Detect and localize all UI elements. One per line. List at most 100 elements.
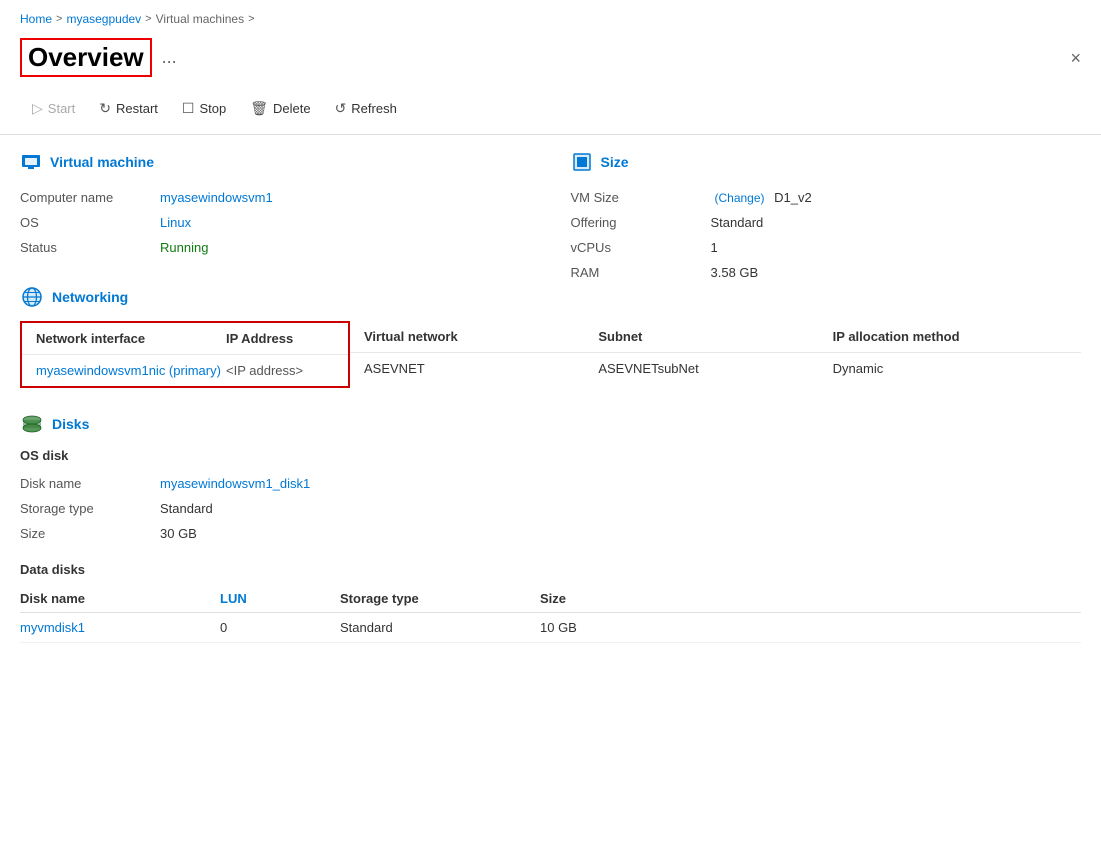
delete-icon: 🗑 [250, 100, 268, 117]
breadcrumb-sep-1: > [56, 13, 62, 25]
vm-value-computername[interactable]: myasewindowsvm1 [160, 190, 273, 205]
col-size: Size [540, 585, 1081, 613]
network-highlight-box: Network interface IP Address myasewindow… [20, 321, 350, 388]
data-disks-table: Disk name LUN Storage type Size myvmdisk… [20, 585, 1081, 643]
networking-section: Networking Network interface IP Address … [20, 285, 1081, 388]
start-button[interactable]: ▷ Start [20, 95, 87, 122]
toolbar: ▷ Start ↻ Restart ☐ Stop 🗑 Delete ↺ Refr… [0, 89, 1101, 135]
data-disks-title: Data disks [20, 562, 1081, 577]
networking-section-header: Networking [20, 285, 1081, 309]
net-vnet-0: ASEVNET [364, 361, 598, 376]
size-prop-ram: RAM 3.58 GB [571, 260, 1082, 285]
networking-section-title: Networking [52, 289, 128, 305]
restart-button[interactable]: ↻ Restart [87, 95, 170, 122]
data-disk-lun-0: 0 [220, 613, 340, 643]
net-interface-0[interactable]: myasewindowsvm1nic (primary) [36, 363, 226, 378]
breadcrumb-sep-3: > [248, 13, 254, 25]
net-data-row-0: myasewindowsvm1nic (primary) <IP address… [22, 355, 348, 386]
net-header-ipalloc: IP allocation method [833, 329, 1067, 344]
data-disk-name-0[interactable]: myvmdisk1 [20, 613, 220, 643]
os-disk-value-storage: Standard [160, 501, 213, 516]
vm-section-header: Virtual machine [20, 151, 531, 173]
disks-section-header: Disks [20, 412, 1081, 436]
vmsize-value: D1_v2 [774, 190, 812, 205]
vm-label-status: Status [20, 240, 160, 255]
size-section-title: Size [601, 154, 629, 170]
col-lun: LUN [220, 585, 340, 613]
data-disks-header: Disk name LUN Storage type Size [20, 585, 1081, 613]
col-storagetype: Storage type [340, 585, 540, 613]
size-label-offering: Offering [571, 215, 711, 230]
net-header-vnet: Virtual network [364, 329, 598, 344]
vm-section-title: Virtual machine [50, 154, 154, 170]
os-disk-value-name[interactable]: myasewindowsvm1_disk1 [160, 476, 310, 491]
net-header-ip: IP Address [226, 331, 293, 346]
os-disk-prop-name: Disk name myasewindowsvm1_disk1 [20, 471, 1081, 496]
size-value-vcpus: 1 [711, 240, 718, 255]
size-value-ram: 3.58 GB [711, 265, 759, 280]
data-disks-body: myvmdisk1 0 Standard 10 GB [20, 613, 1081, 643]
delete-button[interactable]: 🗑 Delete [238, 95, 322, 122]
size-label-vcpus: vCPUs [571, 240, 711, 255]
os-disk-label-storage: Storage type [20, 501, 160, 516]
networking-icon [20, 285, 44, 309]
vm-value-status: Running [160, 240, 208, 255]
close-button[interactable]: × [1070, 49, 1081, 67]
disks-icon [20, 412, 44, 436]
start-icon: ▷ [32, 100, 43, 117]
page-header: Overview ... × [0, 34, 1101, 89]
net-right-data-row-0: ASEVNET ASEVNETsubNet Dynamic [350, 353, 1081, 384]
data-disk-size-0: 10 GB [540, 613, 1081, 643]
page-wrapper: Home > myasegpudev > Virtual machines > … [0, 0, 1101, 854]
size-icon [571, 151, 593, 173]
data-disk-storage-0: Standard [340, 613, 540, 643]
refresh-button[interactable]: ↺ Refresh [323, 95, 409, 122]
page-title: Overview [20, 38, 152, 77]
vm-props: Computer name myasewindowsvm1 OS Linux S… [20, 185, 531, 260]
vm-value-os[interactable]: Linux [160, 215, 191, 230]
breadcrumb-myasegpudev[interactable]: myasegpudev [66, 12, 141, 26]
disks-section-title: Disks [52, 416, 89, 432]
os-disk-label-name: Disk name [20, 476, 160, 491]
restart-label: Restart [116, 101, 158, 116]
os-disk-label-size: Size [20, 526, 160, 541]
net-right-header-row: Virtual network Subnet IP allocation met… [350, 321, 1081, 353]
disks-section: Disks OS disk Disk name myasewindowsvm1_… [20, 412, 1081, 643]
stop-label: Stop [199, 101, 226, 116]
net-header-interface: Network interface [36, 331, 226, 346]
stop-icon: ☐ [182, 100, 195, 117]
size-label-ram: RAM [571, 265, 711, 280]
size-section: Size VM Size (Change) D1_v2 Offering Sta… [571, 151, 1082, 285]
net-subnet-0: ASEVNETsubNet [598, 361, 832, 376]
os-disk-props: Disk name myasewindowsvm1_disk1 Storage … [20, 471, 1081, 546]
size-value-vmsize: (Change) D1_v2 [711, 190, 812, 205]
size-prop-vmsize: VM Size (Change) D1_v2 [571, 185, 1082, 210]
breadcrumb-home[interactable]: Home [20, 12, 52, 26]
delete-label: Delete [273, 101, 311, 116]
vm-section: Virtual machine Computer name myasewindo… [20, 151, 531, 285]
net-ip-0: <IP address> [226, 363, 303, 378]
net-header-row: Network interface IP Address [22, 323, 348, 355]
os-disk-title: OS disk [20, 448, 1081, 463]
ellipsis-button[interactable]: ... [162, 47, 177, 68]
refresh-label: Refresh [351, 101, 397, 116]
col-diskname: Disk name [20, 585, 220, 613]
size-value-offering: Standard [711, 215, 764, 230]
start-label: Start [48, 101, 75, 116]
breadcrumb-vms[interactable]: Virtual machines [156, 12, 245, 26]
size-prop-vcpus: vCPUs 1 [571, 235, 1082, 260]
vm-label-computername: Computer name [20, 190, 160, 205]
header-left: Overview ... [20, 38, 177, 77]
vm-size-row: Virtual machine Computer name myasewindo… [20, 151, 1081, 285]
os-disk-subsection: OS disk Disk name myasewindowsvm1_disk1 … [20, 448, 1081, 546]
vm-prop-os: OS Linux [20, 210, 531, 235]
os-disk-prop-storage: Storage type Standard [20, 496, 1081, 521]
refresh-icon: ↺ [335, 100, 347, 117]
vmsize-change-link[interactable]: (Change) [715, 191, 765, 205]
size-label-vmsize: VM Size [571, 190, 711, 205]
size-section-header: Size [571, 151, 1082, 173]
vm-icon [20, 151, 42, 173]
stop-button[interactable]: ☐ Stop [170, 95, 238, 122]
breadcrumb: Home > myasegpudev > Virtual machines > [0, 0, 1101, 34]
size-props: VM Size (Change) D1_v2 Offering Standard… [571, 185, 1082, 285]
